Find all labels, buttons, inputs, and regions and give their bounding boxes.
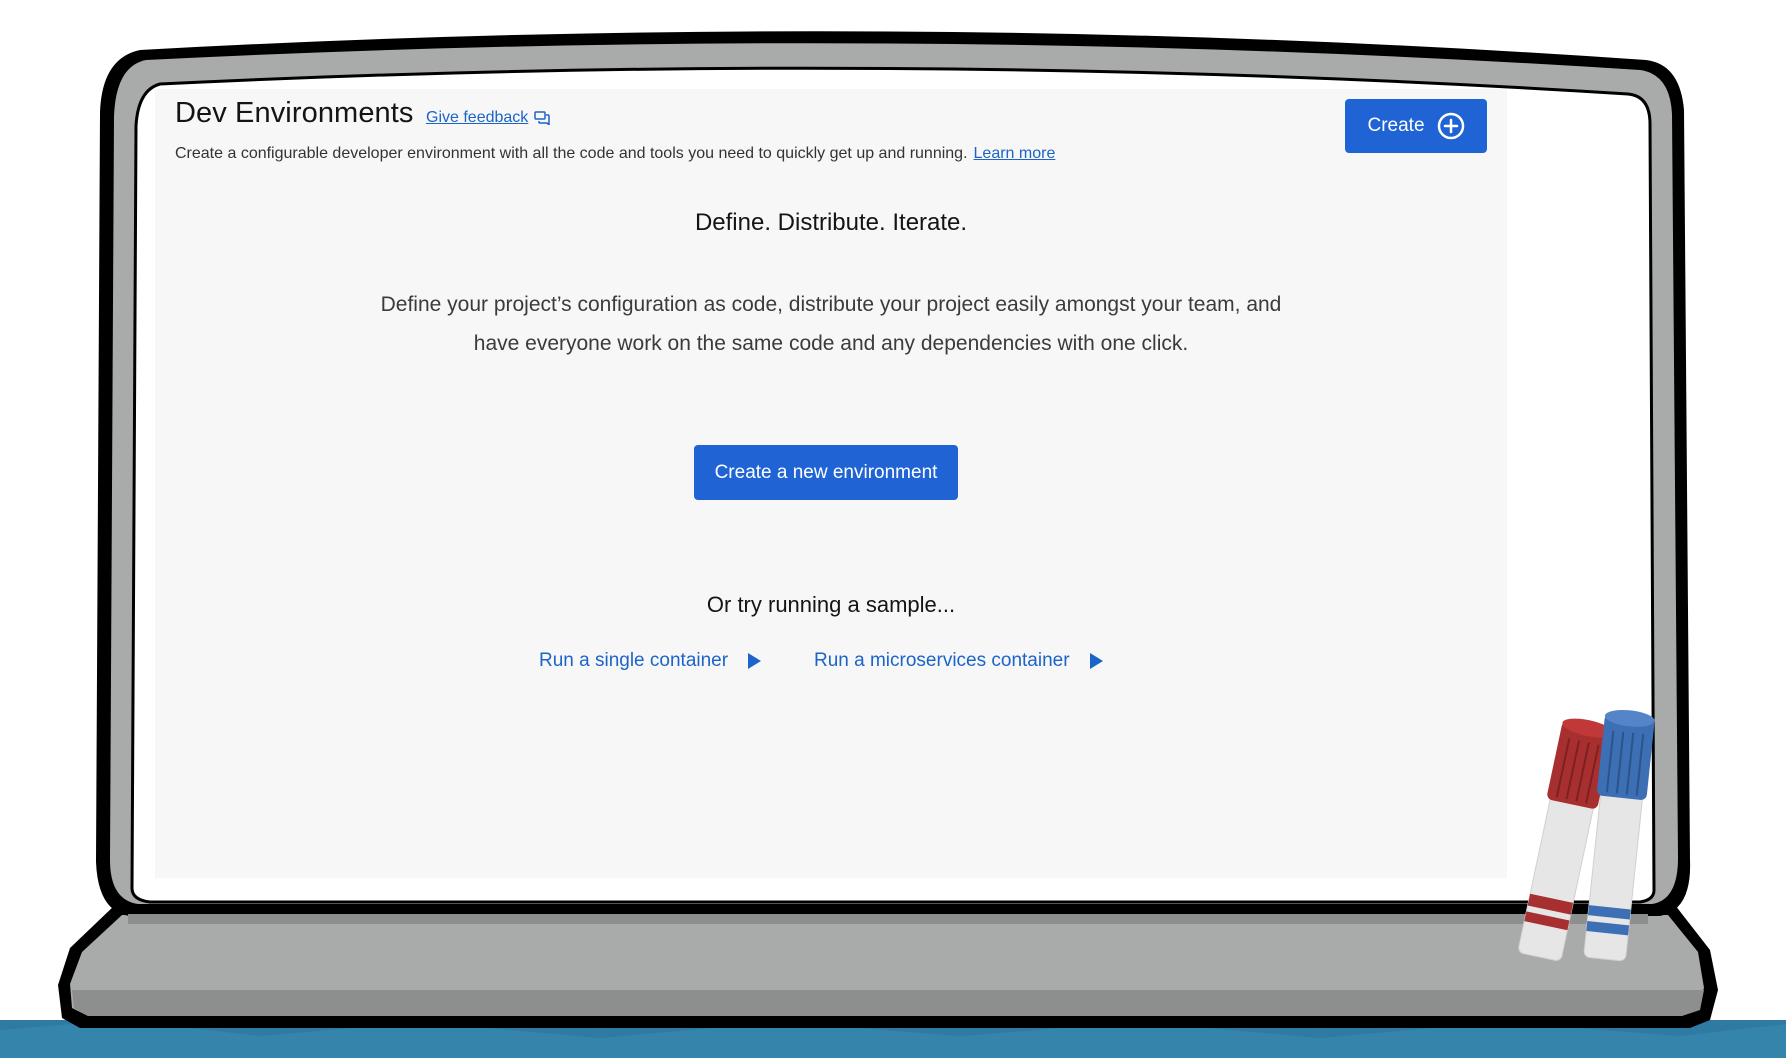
play-icon (748, 653, 762, 669)
whiteboard-stage: Dev Environments Give feedback Create a … (0, 0, 1786, 1058)
description: Define your project’s configuration as c… (325, 285, 1337, 363)
give-feedback-label: Give feedback (426, 109, 529, 126)
run-single-container-label: Run a single container (539, 650, 729, 671)
play-icon (1089, 653, 1103, 669)
subtitle-text: Create a configurable developer environm… (175, 145, 968, 162)
dev-environments-panel: Dev Environments Give feedback Create a … (155, 89, 1507, 878)
headline: Define. Distribute. Iterate. (694, 209, 968, 236)
create-new-environment-button[interactable]: Create a new environment (694, 445, 958, 500)
sample-heading: Or try running a sample... (706, 592, 956, 617)
run-microservices-container-link[interactable]: Run a microservices container (814, 650, 1104, 672)
learn-more-link[interactable]: Learn more (974, 145, 1056, 162)
page-title: Dev Environments (175, 97, 414, 129)
plus-circle-icon (1437, 112, 1464, 140)
chat-bubbles-icon (534, 111, 551, 125)
create-button[interactable]: Create (1345, 99, 1487, 153)
description-line-1: Define your project’s configuration as c… (380, 293, 1282, 316)
give-feedback-link[interactable]: Give feedback (426, 109, 551, 127)
run-microservices-container-label: Run a microservices container (814, 650, 1070, 671)
create-button-label: Create (1367, 115, 1425, 136)
run-single-container-link[interactable]: Run a single container (539, 650, 762, 672)
page-subtitle: Create a configurable developer environm… (175, 145, 1055, 163)
description-line-2: have everyone work on the same code and … (473, 332, 1189, 355)
